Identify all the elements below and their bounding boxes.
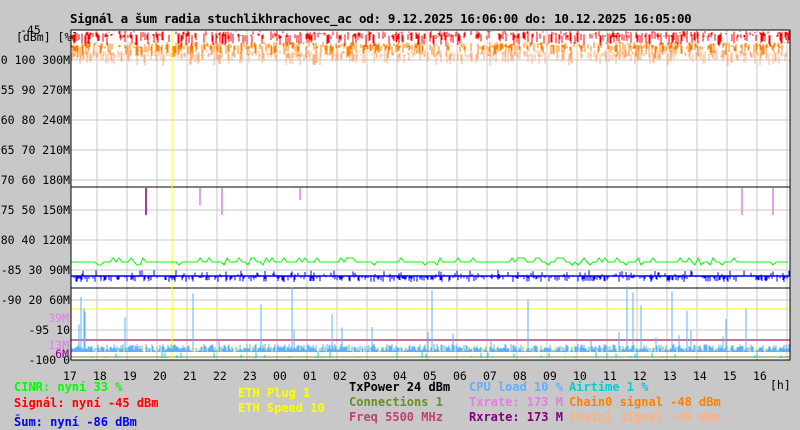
y-tick-label: -60 80 240M — [0, 113, 70, 127]
x-tick-label: 19 — [123, 369, 137, 383]
x-tick-label: 20 — [153, 369, 167, 383]
rate-label: 6M — [55, 347, 69, 361]
x-tick-label: 06 — [453, 369, 467, 383]
legend-eth-plug: ETH Plug 1 — [238, 386, 311, 400]
legend-cpu: CPU load 10 % — [469, 380, 563, 394]
y-tick-label: -80 40 120M — [0, 233, 70, 247]
legend-txrate: Txrate: 173 M — [469, 395, 563, 409]
legend-freq: Freq 5500 MHz — [349, 410, 443, 424]
plot-area — [71, 30, 790, 360]
y-axis-unit-label: [dBm] [%] — [16, 30, 78, 44]
y-tick-label: -95 10 — [28, 323, 70, 337]
x-tick-label: 22 — [213, 369, 227, 383]
legend-chain1: Chain1 signal -49 dBm — [569, 410, 721, 424]
x-tick-label: 23 — [243, 369, 257, 383]
x-axis-unit-label: [h] — [770, 378, 791, 392]
x-tick-label: 02 — [333, 369, 347, 383]
x-tick-label: 01 — [303, 369, 317, 383]
x-tick-label: 13 — [663, 369, 677, 383]
y-tick-label: -90 20 60M — [1, 293, 70, 307]
legend-connections: Connections 1 — [349, 395, 443, 409]
rate-label: 39M — [48, 311, 69, 325]
legend-eth-speed: ETH Speed 10 — [238, 401, 325, 415]
legend-txpower: TxPower 24 dBm — [349, 380, 451, 394]
y-tick-label: -75 50 150M — [0, 203, 70, 217]
legend-cinr: CINR: nyní 33 % — [14, 380, 123, 394]
x-tick-label: 21 — [183, 369, 197, 383]
x-tick-label: 16 — [753, 369, 767, 383]
legend-noise: Šum: nyní -86 dBm — [14, 415, 137, 429]
x-tick-label: 15 — [723, 369, 737, 383]
y-tick-label: -70 60 180M — [0, 173, 70, 187]
y-tick-label: -85 30 90M — [1, 263, 70, 277]
y-tick-label: -50 100 300M — [0, 53, 70, 67]
legend-signal: Signál: nyní -45 dBm — [14, 396, 159, 410]
legend-rxrate: Rxrate: 173 M — [469, 410, 563, 424]
legend-airtime: Airtime 1 % — [569, 380, 649, 394]
y-tick-label: -55 90 270M — [0, 83, 70, 97]
x-tick-label: 00 — [273, 369, 287, 383]
signal-noise-chart: -45-50 100 300M-55 90 270M-60 80 240M-65… — [0, 23, 791, 392]
legend-chain0: Chain0 signal -48 dBm — [569, 395, 721, 409]
y-tick-label: -65 70 210M — [0, 143, 70, 157]
x-tick-label: 14 — [693, 369, 707, 383]
